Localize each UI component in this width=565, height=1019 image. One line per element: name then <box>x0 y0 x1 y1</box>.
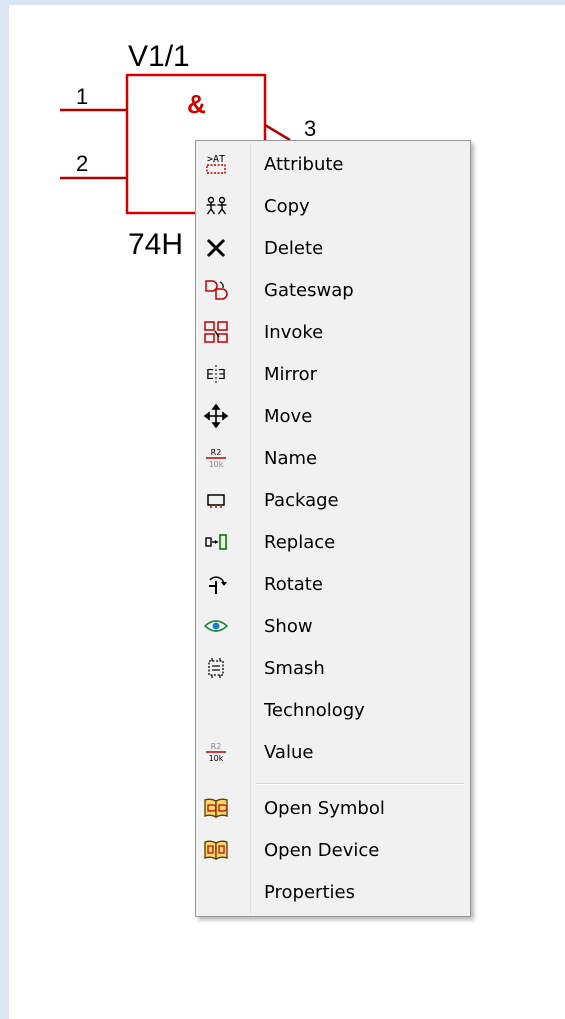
open-symbol-icon <box>202 794 230 822</box>
part-value-label: 74H <box>128 228 183 261</box>
name-icon: R2 10k <box>202 444 230 472</box>
smash-icon <box>202 654 230 682</box>
svg-text:>AT: >AT <box>207 154 225 165</box>
package-icon <box>202 486 230 514</box>
pin-2-label: 2 <box>76 151 88 176</box>
menu-item-label: Properties <box>264 882 355 903</box>
menu-item-label: Value <box>264 742 314 763</box>
menu-separator <box>256 783 464 785</box>
menu-item-properties[interactable]: Properties <box>198 873 468 911</box>
menu-item-rotate[interactable]: Rotate <box>198 565 468 603</box>
pin-3-wire <box>264 123 291 142</box>
menu-item-label: Technology <box>264 700 365 721</box>
svg-text:10k: 10k <box>209 754 224 763</box>
menu-item-label: Smash <box>264 658 325 679</box>
menu-item-label: Open Device <box>264 840 380 861</box>
menu-item-label: Rotate <box>264 574 323 595</box>
gateswap-icon <box>202 276 230 304</box>
menu-item-label: Show <box>264 616 313 637</box>
attribute-icon: >AT <box>202 150 230 178</box>
svg-text:R2: R2 <box>211 742 222 751</box>
menu-item-attribute[interactable]: >AT Attribute <box>198 145 468 183</box>
svg-text:R2: R2 <box>211 448 222 457</box>
menu-item-label: Name <box>264 448 318 469</box>
menu-item-value[interactable]: R2 10k Value <box>198 733 468 771</box>
menu-item-copy[interactable]: Copy <box>198 187 468 225</box>
rotate-icon <box>202 570 230 598</box>
value-icon: R2 10k <box>202 738 230 766</box>
svg-text:E: E <box>206 368 214 383</box>
menu-item-name[interactable]: R2 10k Name <box>198 439 468 477</box>
copy-icon <box>202 192 230 220</box>
menu-item-label: Invoke <box>264 322 324 343</box>
menu-item-label: Move <box>264 406 313 427</box>
menu-item-delete[interactable]: Delete <box>198 229 468 267</box>
menu-item-label: Replace <box>264 532 336 553</box>
show-eye-icon <box>202 612 230 640</box>
replace-icon <box>202 528 230 556</box>
menu-item-open-symbol[interactable]: Open Symbol <box>198 789 468 827</box>
menu-item-label: Attribute <box>264 154 344 175</box>
menu-item-label: Open Symbol <box>264 798 385 819</box>
menu-item-label: Copy <box>264 196 310 217</box>
menu-item-smash[interactable]: Smash <box>198 649 468 687</box>
menu-item-label: Delete <box>264 238 324 259</box>
menu-item-package[interactable]: Package <box>198 481 468 519</box>
mirror-icon: E E <box>202 360 230 388</box>
context-menu[interactable]: >AT Attribute Copy Delete Gateswap Invok… <box>195 140 471 917</box>
invoke-icon <box>202 318 230 346</box>
menu-item-label: Mirror <box>264 364 318 385</box>
gate-and-symbol: & <box>187 89 206 119</box>
menu-item-show[interactable]: Show <box>198 607 468 645</box>
open-device-icon <box>202 836 230 864</box>
menu-item-label: Gateswap <box>264 280 354 301</box>
menu-item-gateswap[interactable]: Gateswap <box>198 271 468 309</box>
menu-item-open-device[interactable]: Open Device <box>198 831 468 869</box>
svg-text:E: E <box>218 368 226 383</box>
menu-item-replace[interactable]: Replace <box>198 523 468 561</box>
move-icon <box>202 402 230 430</box>
delete-icon <box>202 234 230 262</box>
menu-item-invoke[interactable]: Invoke <box>198 313 468 351</box>
menu-item-label: Package <box>264 490 339 511</box>
menu-item-mirror[interactable]: E E Mirror <box>198 355 468 393</box>
svg-text:10k: 10k <box>209 460 224 469</box>
part-name-label: V1/1 <box>128 40 190 73</box>
pin-3-label: 3 <box>304 116 316 141</box>
pin-1-label: 1 <box>76 84 88 109</box>
menu-item-move[interactable]: Move <box>198 397 468 435</box>
menu-item-technology[interactable]: Technology <box>198 691 468 729</box>
